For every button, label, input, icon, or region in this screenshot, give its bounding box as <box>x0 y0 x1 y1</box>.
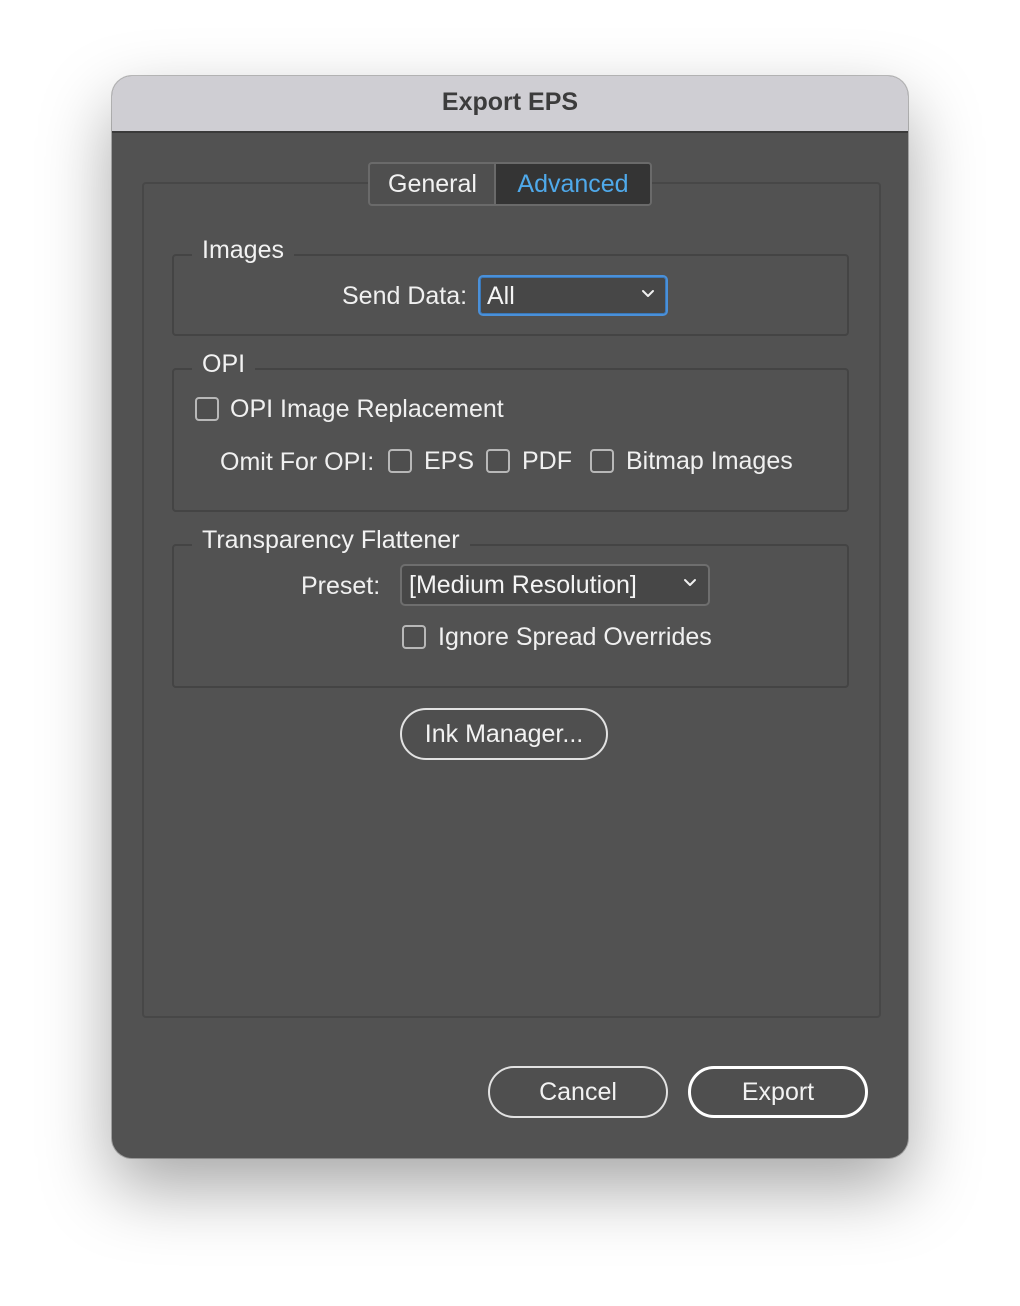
omit-pdf-label[interactable]: PDF <box>522 447 572 476</box>
dialog-title: Export EPS <box>441 88 579 116</box>
ignore-spread-overrides-checkbox[interactable] <box>402 625 426 649</box>
flattener-preset-value: [Medium Resolution] <box>409 571 637 599</box>
omit-eps-checkbox[interactable] <box>388 449 412 473</box>
opi-image-replacement-checkbox[interactable] <box>195 397 219 421</box>
ink-manager-button[interactable]: Ink Manager... <box>400 708 608 760</box>
cancel-label: Cancel <box>539 1078 617 1106</box>
export-eps-dialog: Export EPS General Advanced Images Send … <box>112 76 908 1158</box>
omit-pdf-checkbox[interactable] <box>486 449 510 473</box>
tab-bar: General Advanced <box>368 162 652 206</box>
send-data-select[interactable]: All <box>478 275 668 316</box>
flattener-preset-select[interactable]: [Medium Resolution] <box>400 564 710 606</box>
chevron-down-icon <box>684 579 696 586</box>
chevron-down-icon <box>642 290 654 297</box>
export-button[interactable]: Export <box>688 1066 868 1118</box>
ink-manager-label: Ink Manager... <box>424 720 584 748</box>
opi-image-replacement-label[interactable]: OPI Image Replacement <box>230 395 504 424</box>
omit-bitmap-images-checkbox[interactable] <box>590 449 614 473</box>
tab-advanced[interactable]: Advanced <box>496 164 650 204</box>
send-data-value: All <box>487 282 515 310</box>
export-label: Export <box>741 1078 815 1106</box>
transparency-flattener-group-label: Transparency Flattener <box>192 526 470 555</box>
opi-group: OPI <box>172 350 849 512</box>
omit-for-opi-label: Omit For OPI: <box>220 448 375 476</box>
omit-eps-label[interactable]: EPS <box>424 447 474 476</box>
omit-bitmap-images-label[interactable]: Bitmap Images <box>626 447 793 476</box>
ignore-spread-overrides-label[interactable]: Ignore Spread Overrides <box>438 623 712 652</box>
send-data-label: Send Data: <box>342 282 468 310</box>
tab-general[interactable]: General <box>370 164 496 204</box>
preset-label: Preset: <box>301 572 381 600</box>
images-group-label: Images <box>192 236 294 265</box>
cancel-button[interactable]: Cancel <box>488 1066 668 1118</box>
title-bar[interactable]: Export EPS <box>112 76 908 133</box>
opi-group-label: OPI <box>192 350 256 379</box>
